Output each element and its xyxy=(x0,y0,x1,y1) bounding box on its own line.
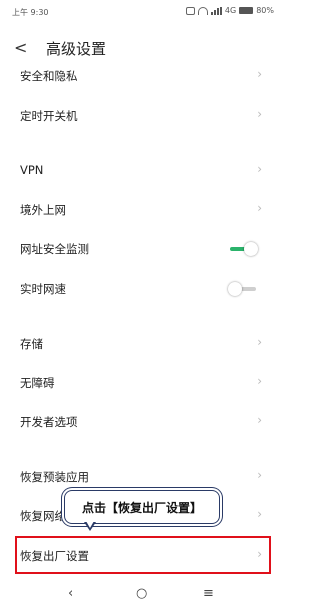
status-time: 上午 9:30 xyxy=(12,8,49,17)
network-type: 4G xyxy=(224,6,237,15)
realtime-speed-toggle[interactable] xyxy=(228,282,258,296)
row-label: 实时网速 xyxy=(20,282,66,296)
chevron-right-icon: › xyxy=(257,374,262,388)
url-security-toggle[interactable] xyxy=(228,242,258,256)
settings-row-storage[interactable]: 存储 › xyxy=(0,326,282,362)
row-label: 存储 xyxy=(20,337,43,351)
chevron-right-icon: › xyxy=(257,201,262,215)
chevron-right-icon: › xyxy=(257,468,262,482)
status-bar: 上午 9:30 4G 80% xyxy=(0,0,282,24)
back-chevron-icon[interactable]: < xyxy=(14,38,27,57)
settings-row-url-security: 网址安全监测 xyxy=(0,231,282,267)
nav-bar: ‹ ○ ≡ xyxy=(0,578,282,615)
chevron-right-icon: › xyxy=(257,67,262,81)
row-label: 安全和隐私 xyxy=(20,69,78,83)
chevron-right-icon: › xyxy=(257,507,262,521)
nav-back-icon[interactable]: ‹ xyxy=(68,586,73,601)
chevron-right-icon: › xyxy=(257,162,262,176)
row-label: 开发者选项 xyxy=(20,415,78,429)
wifi-icon xyxy=(197,6,208,15)
signal-icon xyxy=(210,6,222,15)
chevron-right-icon: › xyxy=(257,107,262,121)
settings-row-developer[interactable]: 开发者选项 › xyxy=(0,404,282,440)
battery-icon xyxy=(239,7,254,14)
callout-text: 点击【恢复出厂设置】 xyxy=(81,500,202,515)
instruction-callout: 点击【恢复出厂设置】 xyxy=(64,490,220,524)
settings-row-accessibility[interactable]: 无障碍 › xyxy=(0,365,282,401)
chevron-right-icon: › xyxy=(257,335,262,349)
battery-level: 80% xyxy=(256,6,274,15)
settings-row-overseas[interactable]: 境外上网 › xyxy=(0,192,282,228)
row-label: 恢复预装应用 xyxy=(20,470,89,484)
alarm-icon xyxy=(185,6,195,15)
settings-row-vpn[interactable]: VPN › xyxy=(0,153,282,189)
settings-row-schedule-power[interactable]: 定时开关机 › xyxy=(0,98,282,134)
status-icons: 4G 80% xyxy=(185,6,274,15)
row-label: 境外上网 xyxy=(20,203,66,217)
page-title: 高级设置 xyxy=(46,40,107,58)
callout-tail-inner xyxy=(86,521,94,528)
settings-row-realtime-speed: 实时网速 xyxy=(0,271,282,307)
row-label: 定时开关机 xyxy=(20,109,78,123)
row-label: 无障碍 xyxy=(20,376,55,390)
row-label: VPN xyxy=(20,163,44,177)
settings-row-privacy[interactable]: 安全和隐私 › xyxy=(0,58,282,94)
nav-home-icon[interactable]: ○ xyxy=(136,586,147,601)
chevron-right-icon: › xyxy=(257,413,262,427)
row-label: 网址安全监测 xyxy=(20,242,89,256)
factory-reset-highlight-box xyxy=(15,536,271,574)
nav-menu-icon[interactable]: ≡ xyxy=(203,586,214,601)
